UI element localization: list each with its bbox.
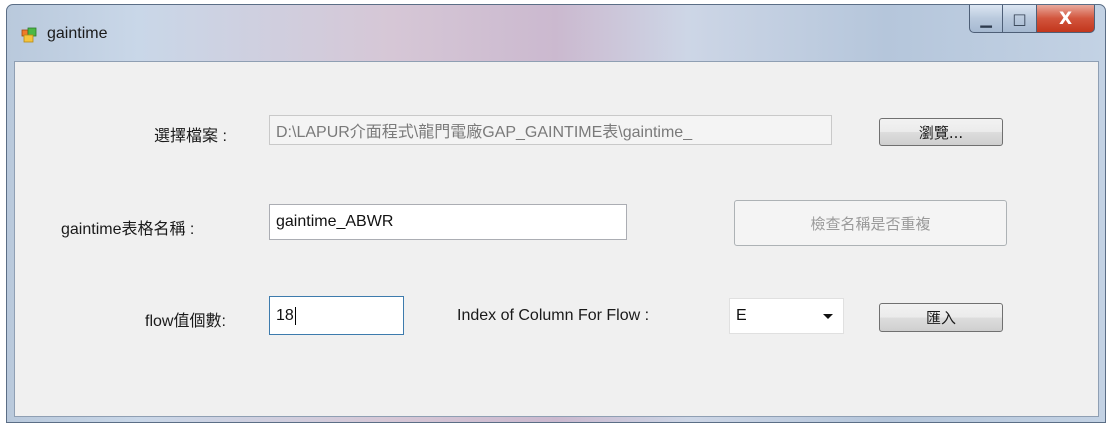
chevron-down-icon (823, 314, 833, 319)
import-button[interactable]: 匯入 (879, 303, 1003, 332)
check-name-duplicate-button: 檢查名稱是否重複 (734, 200, 1007, 246)
window-title: gaintime (47, 25, 108, 42)
maximize-button[interactable]: □ (1003, 5, 1037, 33)
column-index-value: E (736, 307, 747, 324)
text-caret (294, 306, 296, 325)
table-name-input[interactable]: gaintime_ABWR (269, 204, 627, 240)
minimize-button[interactable]: ▁ (969, 5, 1003, 33)
close-button[interactable]: X (1037, 5, 1095, 33)
column-index-label: Index of Column For Flow : (457, 307, 650, 324)
application-window: gaintime ▁ □ X 選擇檔案 : D:\LAPUR介面程式\龍門電廠G… (6, 4, 1106, 423)
minimize-icon: ▁ (980, 9, 992, 28)
form-client-area: 選擇檔案 : D:\LAPUR介面程式\龍門電廠GAP_GAINTIME表\ga… (14, 61, 1099, 417)
window-controls: ▁ □ X (969, 5, 1095, 35)
file-label: 選擇檔案 : (154, 128, 227, 145)
maximize-icon: □ (1012, 9, 1027, 28)
column-index-select[interactable]: E (729, 298, 844, 334)
flow-count-input[interactable]: 18 (269, 296, 404, 335)
flow-count-label: flow值個數: (145, 313, 226, 330)
table-name-label: gaintime表格名稱 : (61, 221, 195, 238)
app-window-icon (21, 27, 37, 43)
browse-button[interactable]: 瀏覽... (879, 118, 1003, 146)
title-bar[interactable]: gaintime ▁ □ X (7, 5, 1105, 61)
flow-count-value: 18 (276, 306, 294, 324)
file-path-field: D:\LAPUR介面程式\龍門電廠GAP_GAINTIME表\gaintime_ (269, 115, 832, 145)
close-icon: X (1058, 8, 1073, 29)
